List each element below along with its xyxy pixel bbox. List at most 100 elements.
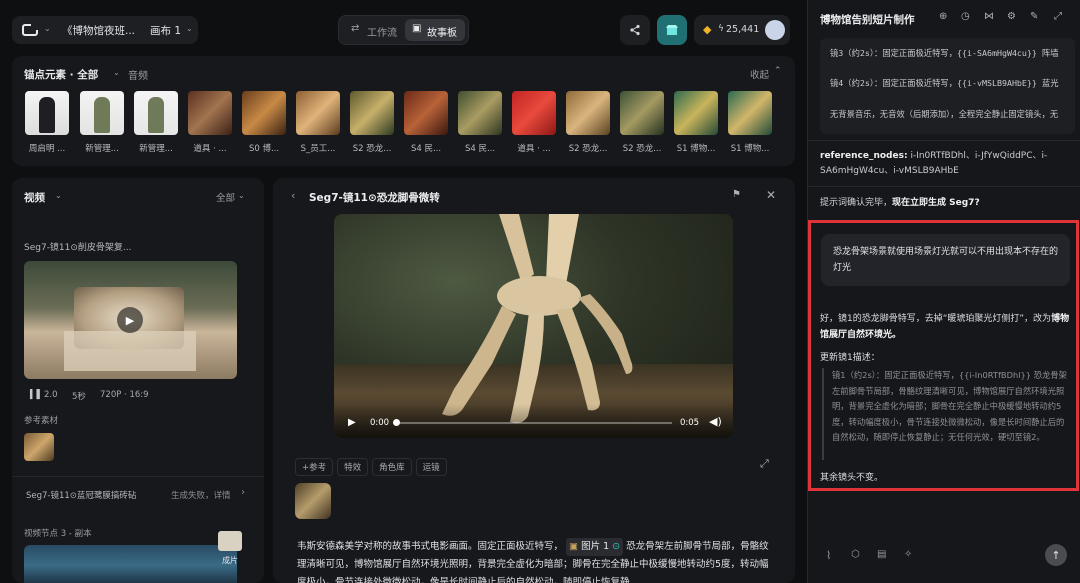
tail-message: 其余镜头不变。 [820, 473, 884, 483]
expand-icon[interactable]: ⤢ [760, 457, 769, 471]
chevron-down-icon[interactable]: ⌄ [55, 191, 62, 200]
cube-icon[interactable]: ⬡ [851, 549, 860, 560]
anchor-thumbnail[interactable] [242, 91, 286, 135]
progress-track[interactable] [396, 422, 672, 424]
node-thumbnail[interactable] [24, 545, 237, 583]
share-button[interactable] [620, 15, 650, 45]
video-list-panel: 视频 ⌄ 全部 ⌄ Seg7-镜11⊙削皮骨架复... ▶ ▍▌ 2.0 5秒 … [12, 178, 264, 583]
time-total: 0:05 [680, 418, 700, 428]
failed-status[interactable]: 生成失败，详情 [171, 489, 231, 501]
film-icon[interactable] [218, 531, 242, 551]
magic-icon[interactable]: ✧ [904, 549, 912, 560]
meta-duration: 5秒 [72, 392, 86, 402]
anchor-title[interactable]: 锚点元素 · 全部 [24, 67, 98, 82]
share-icon[interactable]: ⋈ [984, 11, 994, 22]
send-button[interactable]: ↑ [1045, 544, 1067, 566]
character-library-button[interactable]: 角色库 [372, 458, 412, 476]
chat-panel: 博物馆告别短片制作 ⊕ ◷ ⋈ ⚙ ✎ ⤢ 镜3（约2s）：固定正面极近特写，{… [807, 0, 1080, 583]
play-icon[interactable]: ▶ [348, 417, 356, 428]
anchor-thumbnail[interactable] [134, 91, 178, 135]
tab-workflow[interactable]: ⇄ 工作流 [343, 19, 403, 41]
anchor-thumbnail[interactable] [728, 91, 772, 135]
user-message: 恐龙骨架场景就使用场景灯光就可以不用出现本不存在的灯光 [821, 234, 1070, 286]
audio-tab[interactable]: 音频 [128, 67, 148, 82]
player-controls: ▶ 0:00 0:05 ◀) [334, 404, 733, 438]
anchor-caption: S_员工... [300, 144, 336, 154]
anchor-thumbnail[interactable] [620, 91, 664, 135]
anchor-thumbnail[interactable] [674, 91, 718, 135]
assistant-reply: 好，镜1的恐龙脚骨特写，去掉“暖琥珀聚光灯侧打”，改为博物馆展厅自然环境光。 [820, 314, 1070, 340]
add-reference-button[interactable]: +参考 [295, 458, 334, 476]
credits-badge[interactable]: ◆ ϟ 25,441 [694, 15, 790, 45]
reference-nodes: reference_nodes: i-In0RTfBDhl、i-JfYwQidd… [820, 151, 1048, 176]
divider [808, 140, 1080, 141]
edit-icon[interactable]: ✎ [1030, 11, 1038, 22]
reference-thumbnail[interactable] [24, 433, 54, 461]
anchor-elements-panel: 锚点元素 · 全部 ⌄ 音频 收起 ⌃ 周启明 ... 新管理... 新管理... 道… [12, 56, 795, 166]
project-title[interactable]: 《博物馆夜班... [62, 23, 135, 38]
effects-button[interactable]: 特效 [337, 458, 369, 476]
clip-thumbnail[interactable]: ▶ [24, 261, 237, 379]
anchor-thumbnail[interactable] [80, 91, 124, 135]
chat-input-bar[interactable]: ⌇ ⬡ ▤ ✧ ↑ [808, 540, 1080, 583]
chevron-right-icon[interactable]: › [241, 487, 245, 498]
history-icon[interactable]: ◷ [961, 11, 970, 22]
camera-motion-button[interactable]: 运镜 [415, 458, 447, 476]
new-chat-icon[interactable]: ⊕ [939, 11, 947, 22]
anchor-thumbnail[interactable] [512, 91, 556, 135]
attach-icon[interactable]: ⌇ [826, 549, 831, 562]
anchor-thumbnail[interactable] [188, 91, 232, 135]
anchor-thumbnail[interactable] [566, 91, 610, 135]
workflow-icon: ⇄ [351, 23, 360, 34]
prompt-image-thumbnail[interactable] [295, 483, 331, 519]
divider [12, 476, 264, 477]
video-filter[interactable]: 全部 [216, 190, 235, 204]
anchor-thumbnail[interactable] [296, 91, 340, 135]
avatar[interactable] [765, 20, 785, 40]
clip-detail-panel: ‹ Seg7-镜11⊙恐龙脚骨微转 ⚑ ✕ ▶ 0:00 0:05 ◀) +参考… [273, 178, 795, 583]
volume-icon[interactable]: ◀) [709, 415, 722, 428]
close-icon[interactable]: ✕ [766, 188, 776, 202]
meta-resolution: 720P · 16:9 [100, 390, 149, 400]
time-current: 0:00 [370, 418, 390, 428]
anchor-thumbnail[interactable] [404, 91, 448, 135]
anchor-thumbnail[interactable] [25, 91, 69, 135]
tab-storyboard[interactable]: ▣ 故事板 [405, 19, 465, 41]
progress-handle[interactable] [393, 419, 400, 426]
document-icon[interactable]: ▤ [877, 549, 886, 560]
chat-title: 博物馆告别短片制作 [820, 14, 915, 26]
expand-icon[interactable]: ⤢ [1054, 11, 1062, 22]
play-icon[interactable]: ▶ [117, 307, 143, 333]
figure-image [39, 97, 55, 133]
canvas-label[interactable]: 画布 1 [150, 23, 181, 38]
chevron-down-icon[interactable]: ⌄ [238, 191, 245, 200]
collapse-button[interactable]: 收起 [750, 67, 769, 81]
chevron-up-icon[interactable]: ⌃ [774, 66, 782, 76]
anchor-caption: S1 博物... [730, 144, 770, 154]
chevron-down-icon[interactable]: ⌄ [186, 24, 193, 33]
code-line: 无背景音乐，无音效（后期添加），全程完全静止固定镜头，无 [830, 109, 1059, 119]
top-bar: ⌄ 《博物馆夜班... 画布 1 ⌄ ⇄ 工作流 ▣ 故事板 ◆ ϟ 25,44… [0, 0, 805, 60]
video-panel-title: 视频 [24, 192, 45, 204]
update-label: 更新镜1描述： [820, 353, 880, 363]
image-icon: ▣ [569, 541, 579, 552]
prompt-text[interactable]: 韦斯安德森美学对称的故事书式电影画面。固定正面极近特写， ▣ 图片 1 ⊙ 恐龙… [297, 538, 775, 583]
anchor-caption: 新管理... [85, 144, 119, 154]
video-player[interactable]: ▶ 0:00 0:05 ◀) [334, 214, 733, 438]
chevron-down-icon[interactable]: ⌄ [113, 68, 120, 77]
anchor-thumbnail[interactable] [458, 91, 502, 135]
anchor-caption: S0 博... [248, 144, 280, 154]
back-chevron-icon[interactable]: ‹ [291, 189, 295, 202]
project-switcher[interactable]: ⌄ 《博物馆夜班... 画布 1 ⌄ [12, 16, 198, 44]
code-line: 镜4（约2s）：固定正面极近特写，{{i-vMSLB9AHbE}} 蓝光 [830, 78, 1059, 88]
failed-clip-title[interactable]: Seg7-镜11⊙蓝冠鹭膜搞砖砧 [26, 489, 136, 501]
store-button[interactable] [657, 15, 687, 45]
anchor-caption: S1 博物... [676, 144, 716, 154]
image-reference-chip[interactable]: ▣ 图片 1 ⊙ [566, 538, 624, 556]
settings-icon[interactable]: ⚙ [1007, 11, 1016, 22]
anchor-thumbnail[interactable] [350, 91, 394, 135]
diamond-icon: ◆ [703, 23, 712, 36]
chevron-down-icon[interactable]: ⌄ [44, 24, 51, 33]
flag-icon[interactable]: ⚑ [732, 189, 741, 200]
app-logo-icon [22, 22, 40, 38]
